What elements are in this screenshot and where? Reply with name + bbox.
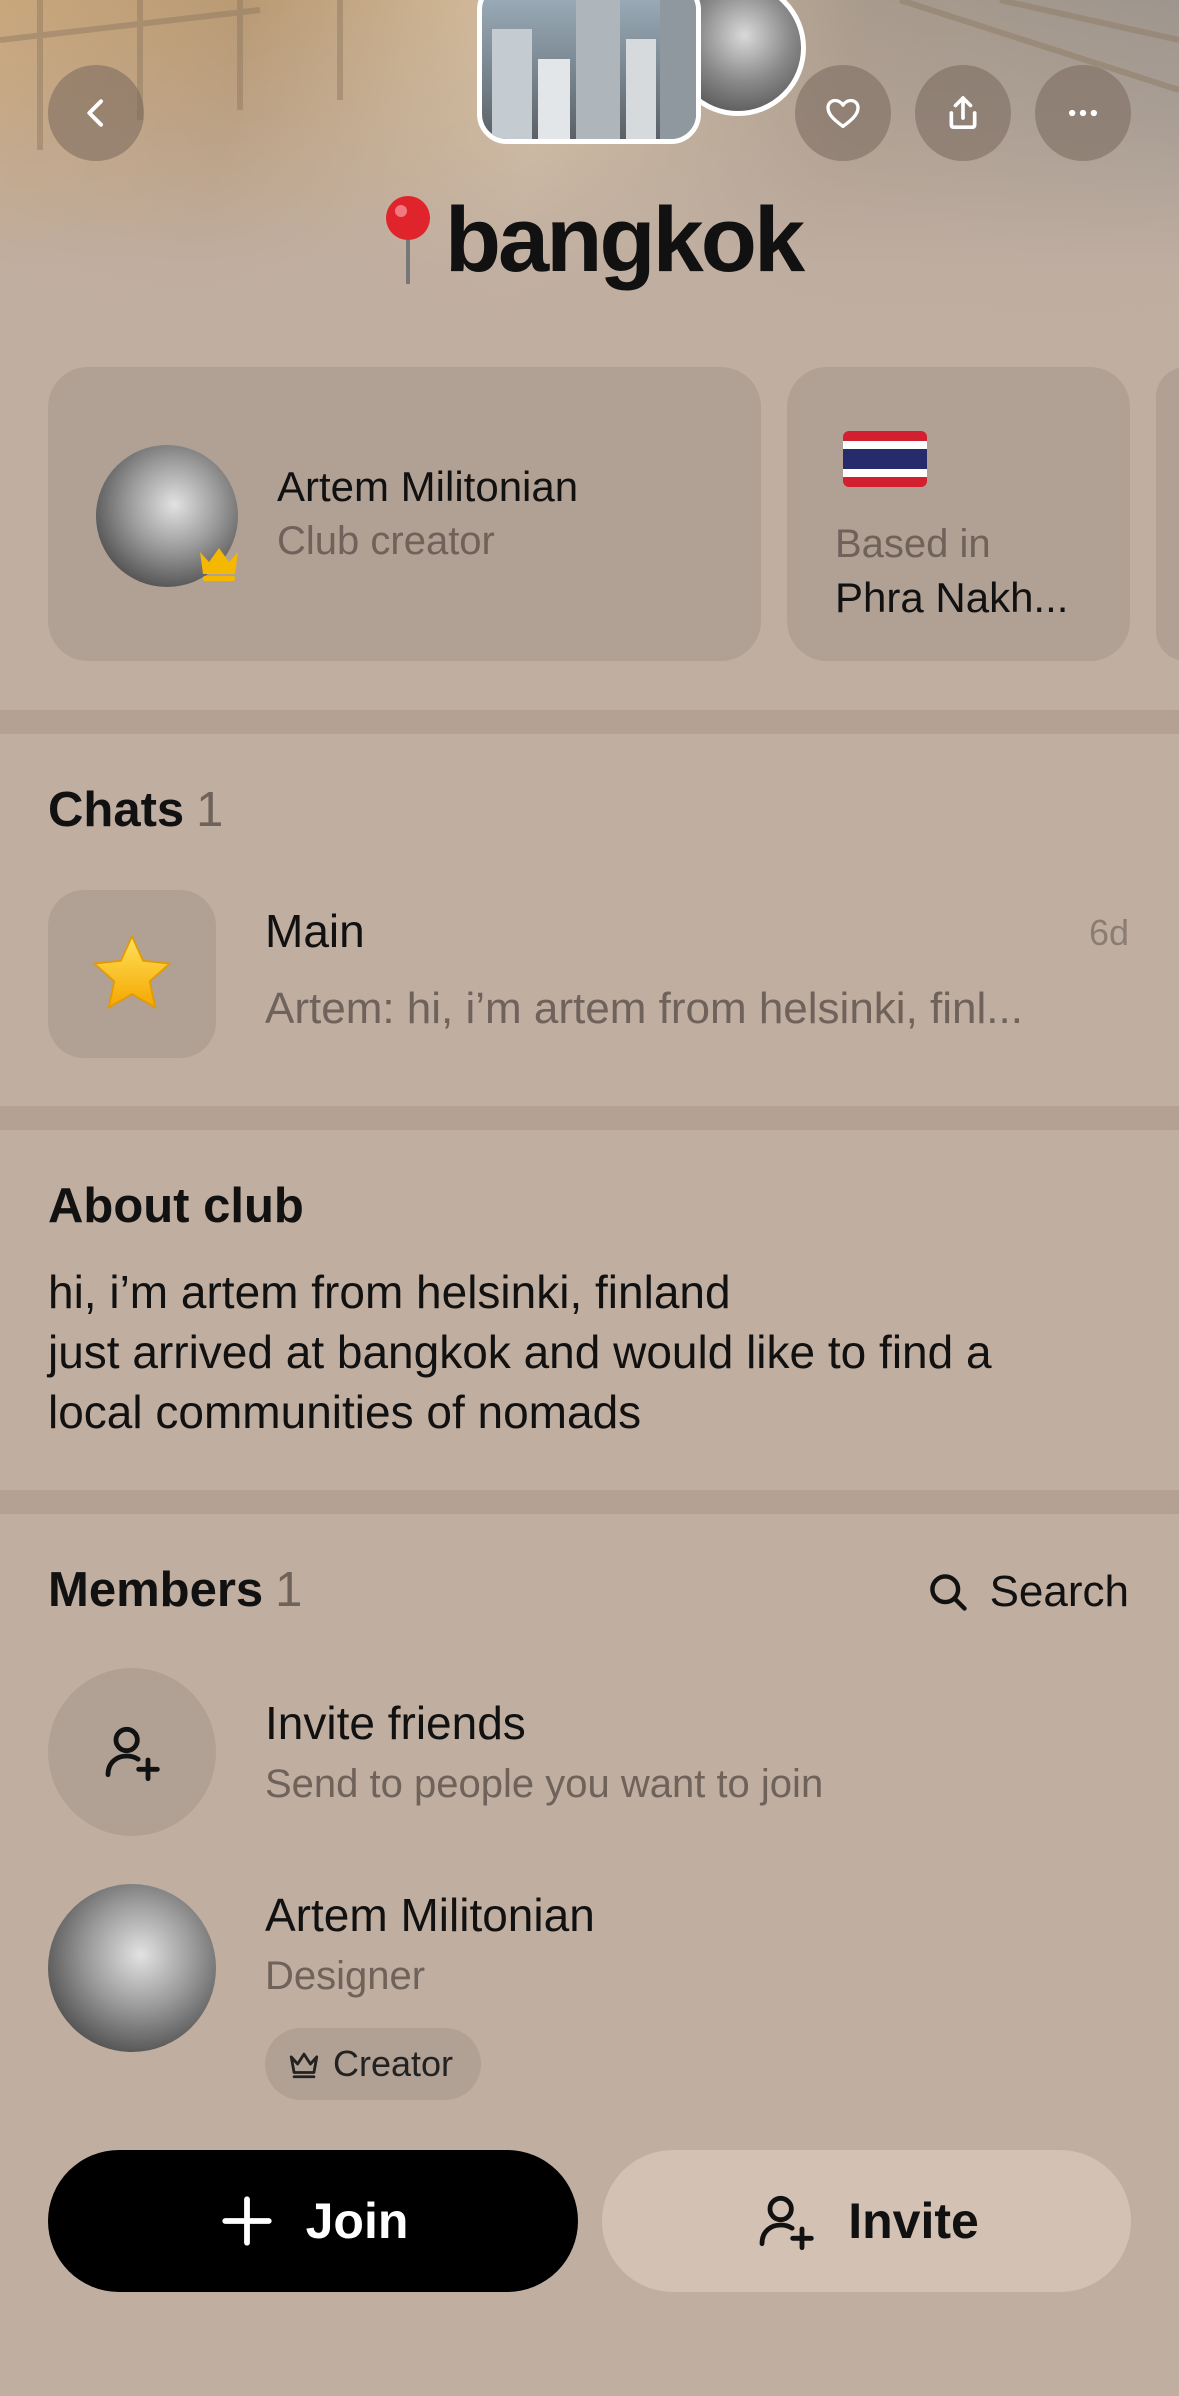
invite-label: Invite	[848, 2193, 979, 2249]
next-card-peek[interactable]	[1156, 367, 1179, 661]
join-button[interactable]: Join	[48, 2150, 578, 2292]
section-divider	[0, 1106, 1179, 1130]
members-search-button[interactable]: Search	[926, 1562, 1129, 1622]
like-button[interactable]	[795, 65, 891, 161]
members-header: Members 1	[48, 1562, 302, 1618]
chat-item-main-name[interactable]: Main	[265, 904, 365, 958]
location-label: Based in	[835, 522, 991, 566]
pin-icon	[385, 196, 430, 284]
search-icon	[929, 1574, 967, 1611]
member-badge-label: Creator	[333, 2043, 454, 2084]
star-icon	[92, 934, 172, 1010]
club-cover-photo[interactable]	[477, 0, 701, 144]
club-page: bangkok Artem Militonian Club creator Ba…	[0, 0, 1179, 2396]
chat-item-main-time: 6d	[1088, 912, 1129, 953]
plus-icon	[221, 2196, 272, 2246]
member-avatar[interactable]	[48, 1884, 216, 2052]
member-creator-badge: Creator	[265, 2028, 482, 2100]
about-text: hi, i’m artem from helsinki, finland jus…	[48, 1266, 992, 1438]
more-horizontal-icon	[1069, 109, 1097, 117]
chevron-left-icon	[87, 99, 103, 127]
location-card[interactable]: Based in Phra Nakh...	[787, 367, 1130, 661]
join-label: Join	[305, 2193, 409, 2249]
more-button[interactable]	[1035, 65, 1131, 161]
about-title: About club	[48, 1179, 304, 1233]
chats-title: Chats	[48, 783, 185, 837]
creator-card[interactable]: Artem Militonian Club creator	[48, 367, 761, 661]
member-role: Designer	[265, 1954, 426, 1998]
club-title: bangkok	[444, 188, 805, 291]
chat-item-main-icon[interactable]	[48, 890, 216, 1058]
members-title: Members	[48, 1563, 264, 1617]
invite-friends-subtitle: Send to people you want to join	[265, 1762, 824, 1806]
members-count: 1	[275, 1563, 303, 1617]
creator-role: Club creator	[277, 519, 495, 563]
add-person-icon	[759, 2195, 814, 2251]
invite-button[interactable]: Invite	[602, 2150, 1131, 2292]
share-icon	[949, 96, 977, 129]
add-person-icon	[105, 1726, 160, 1782]
location-value: Phra Nakh...	[835, 574, 1069, 621]
section-divider	[0, 1490, 1179, 1514]
invite-friends-title[interactable]: Invite friends	[265, 1696, 526, 1750]
section-divider	[0, 710, 1179, 734]
search-label: Search	[989, 1567, 1129, 1616]
invite-friends-icon-button[interactable]	[48, 1668, 216, 1836]
creator-name: Artem Militonian	[277, 463, 579, 510]
thailand-flag-icon	[843, 431, 927, 487]
crown-outline-icon	[289, 2052, 319, 2079]
chats-count: 1	[196, 783, 224, 837]
club-title-row: bangkok	[0, 180, 1179, 300]
crown-icon	[200, 548, 238, 581]
share-button[interactable]	[915, 65, 1011, 161]
back-button[interactable]	[48, 65, 144, 161]
chats-header: Chats 1	[48, 782, 223, 838]
member-name[interactable]: Artem Militonian	[265, 1888, 595, 1942]
chat-item-main-preview[interactable]: Artem: hi, i’m artem from helsinki, finl…	[265, 984, 1023, 1034]
heart-icon	[826, 98, 860, 128]
